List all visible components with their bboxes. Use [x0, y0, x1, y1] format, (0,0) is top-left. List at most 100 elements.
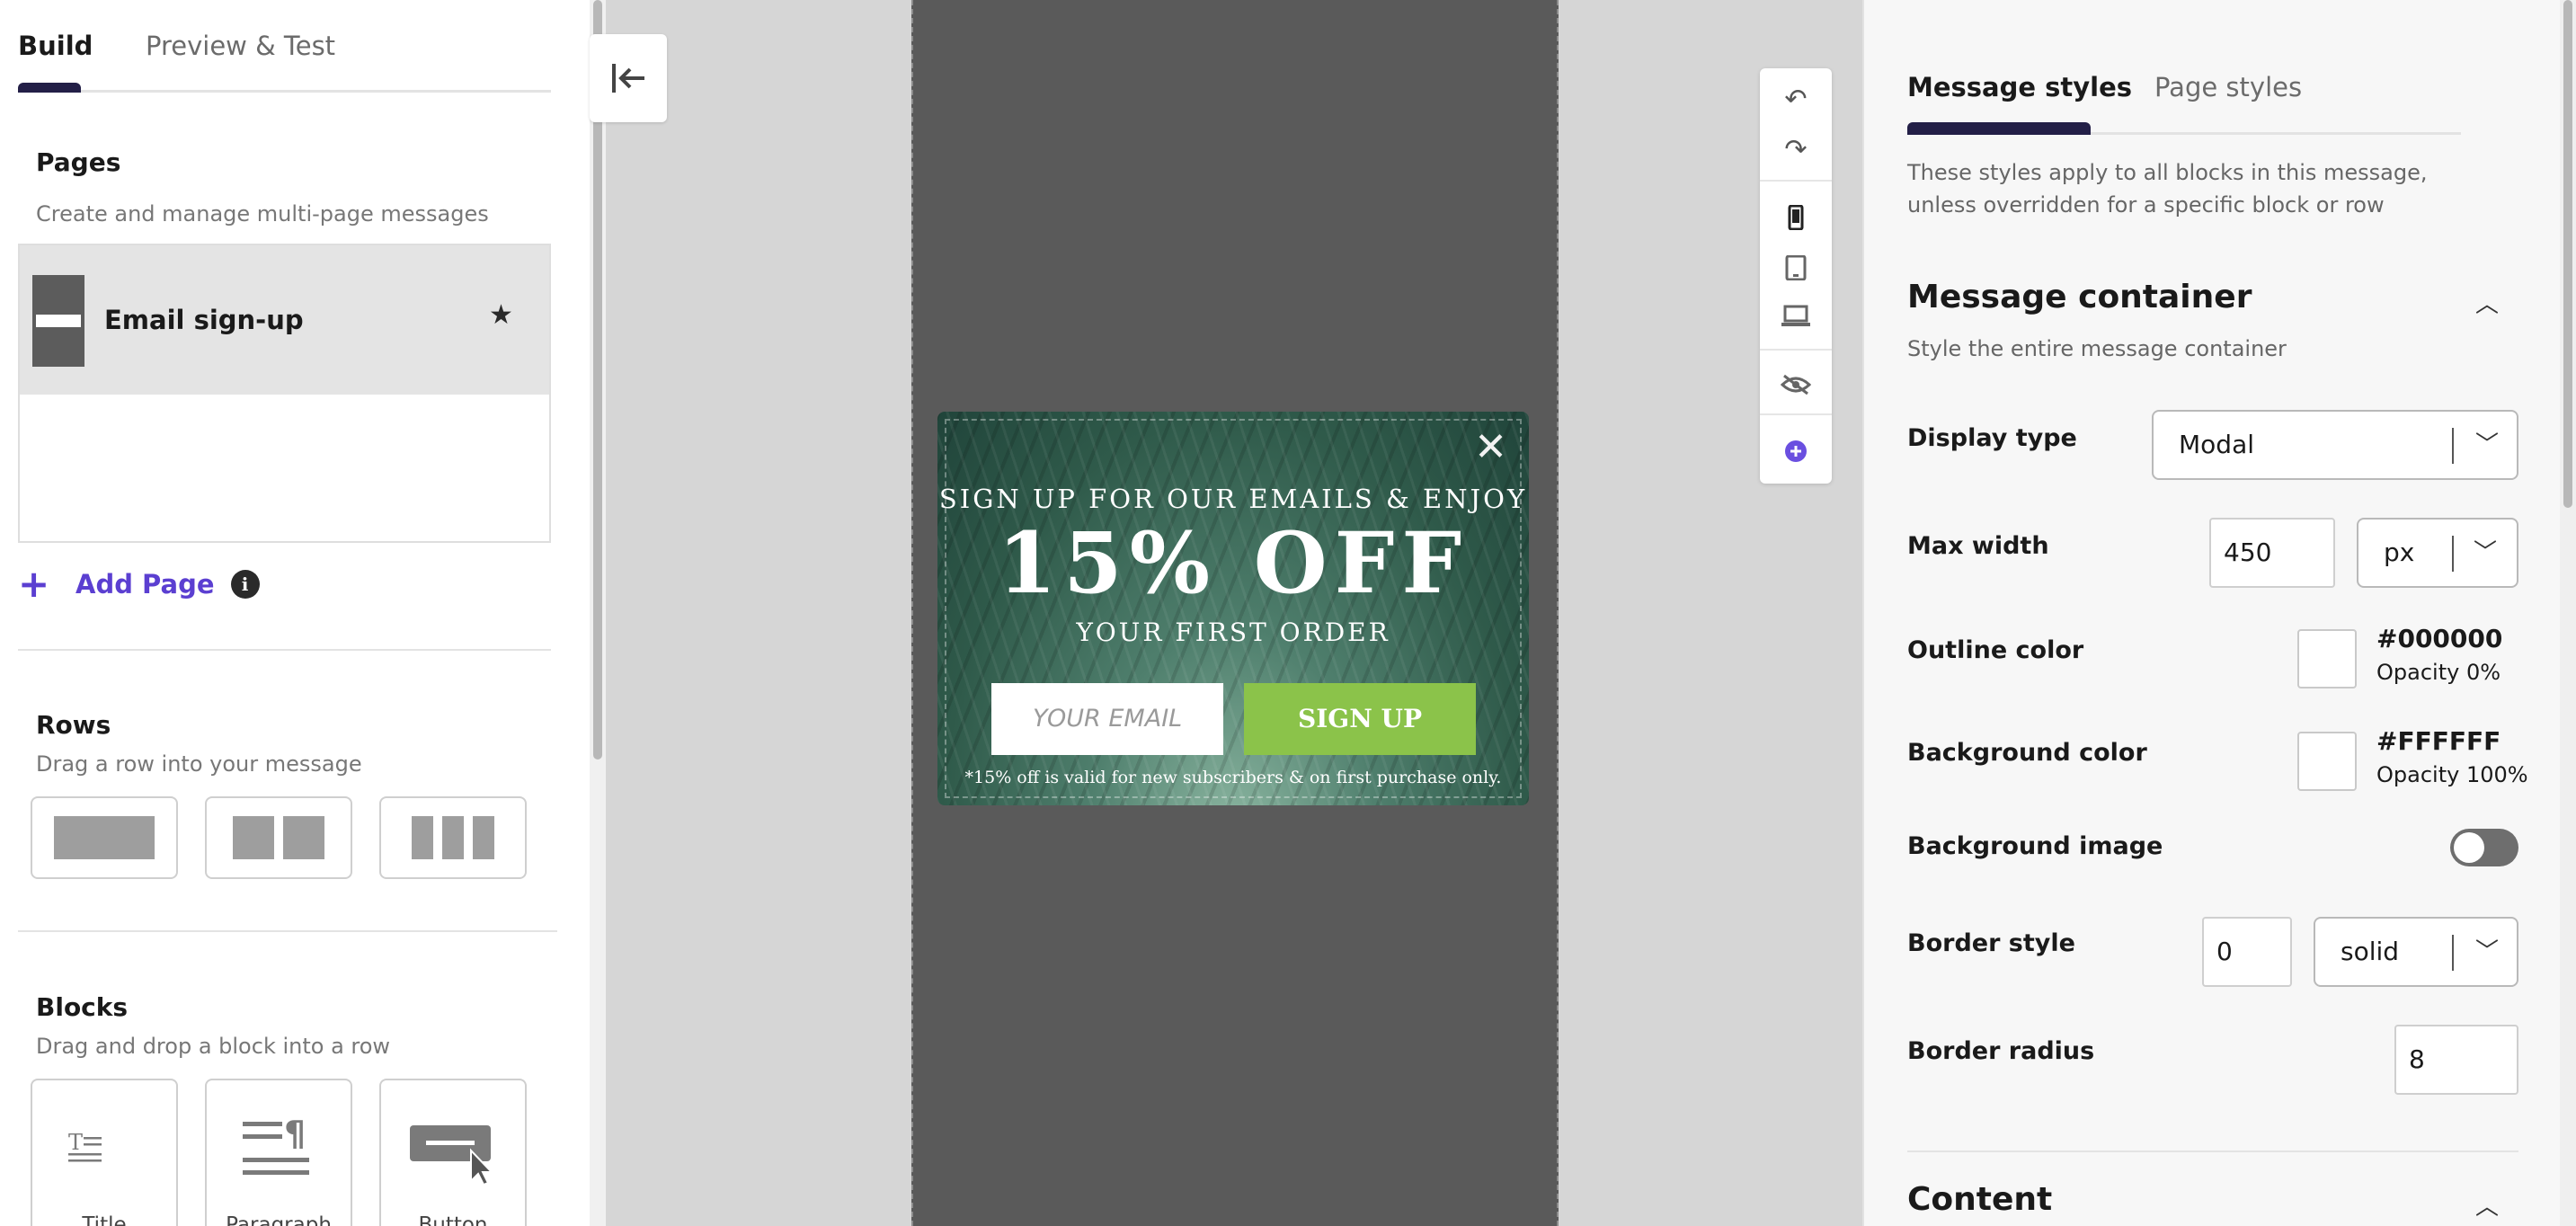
- rows-title: Rows: [36, 710, 111, 740]
- outline-color-opacity: Opacity 0%: [2376, 660, 2501, 685]
- border-radius-input[interactable]: 8: [2394, 1025, 2518, 1095]
- row-cell: [412, 816, 433, 859]
- background-color-hex: #FFFFFF: [2376, 726, 2501, 756]
- toolbar-divider: [1760, 413, 1832, 415]
- chevron-up-icon[interactable]: ︿: [2475, 286, 2499, 319]
- rows-subtitle: Drag a row into your message: [36, 751, 362, 777]
- divider: [1907, 1150, 2518, 1152]
- chevron-down-icon: ﹀: [2475, 431, 2500, 458]
- info-icon[interactable]: i: [230, 570, 260, 599]
- chevron-down-icon: ﹀: [2474, 539, 2498, 566]
- close-icon[interactable]: ✕: [1474, 428, 1507, 467]
- background-color-swatch[interactable]: [2297, 732, 2357, 791]
- background-color-label: Background color: [1907, 739, 2147, 767]
- desktop-icon[interactable]: [1760, 293, 1832, 338]
- svg-text:¶: ¶: [284, 1114, 306, 1153]
- max-width-label: Max width: [1907, 532, 2049, 560]
- star-icon[interactable]: ★: [489, 299, 513, 331]
- button-block-icon: [410, 1125, 494, 1186]
- svg-text:T: T: [68, 1130, 83, 1155]
- block-button-label: Button: [418, 1213, 488, 1226]
- border-width-input[interactable]: 0: [2202, 917, 2292, 987]
- block-title-label: Title: [82, 1213, 127, 1226]
- row-one-column[interactable]: [31, 796, 178, 879]
- modal-headline: 15% OFF: [997, 514, 1470, 613]
- modal-subline: YOUR FIRST ORDER: [1076, 617, 1390, 647]
- background-color-opacity: Opacity 100%: [2376, 762, 2528, 787]
- background-image-toggle[interactable]: [2450, 829, 2518, 866]
- tab-message-styles[interactable]: Message styles: [1907, 72, 2132, 102]
- add-icon[interactable]: [1760, 428, 1832, 473]
- toolbar-divider: [1760, 180, 1832, 182]
- right-panel: Message styles Page styles These styles …: [1862, 0, 2576, 1226]
- display-type-value: Modal: [2179, 430, 2254, 459]
- modal-intro-text: SIGN UP FOR OUR EMAILS & ENJOY: [938, 484, 1528, 514]
- blocks-title: Blocks: [36, 992, 129, 1022]
- outline-color-hex: #000000: [2376, 624, 2503, 653]
- block-title[interactable]: T Title: [31, 1079, 178, 1226]
- max-width-unit-value: px: [2384, 537, 2415, 567]
- border-style-label: Border style: [1907, 929, 2075, 957]
- display-type-label: Display type: [1907, 424, 2077, 452]
- page-item-email-signup[interactable]: Email sign-up ★: [20, 245, 549, 395]
- display-type-select[interactable]: Modal ﹀: [2152, 410, 2518, 480]
- block-paragraph[interactable]: ¶ Paragraph: [205, 1079, 352, 1226]
- left-scrollbar[interactable]: [590, 0, 606, 1226]
- pages-title: Pages: [36, 147, 121, 177]
- message-container-subtitle: Style the entire message container: [1907, 336, 2287, 361]
- message-container-title: Message container: [1907, 279, 2252, 315]
- plus-icon: +: [18, 562, 50, 606]
- active-tab-indicator: [1907, 122, 2091, 135]
- styles-description: These styles apply to all blocks in this…: [1907, 160, 2428, 218]
- border-style-value: solid: [2341, 937, 2400, 966]
- row-three-column[interactable]: [379, 796, 527, 879]
- chevron-up-icon[interactable]: ︿: [2475, 1188, 2499, 1222]
- right-scrollbar[interactable]: [2560, 0, 2576, 1226]
- page-thumbnail: [32, 275, 84, 367]
- outline-color-swatch[interactable]: [2297, 629, 2357, 689]
- select-divider: [2452, 935, 2454, 971]
- row-cell: [54, 816, 155, 859]
- row-cell: [233, 816, 274, 859]
- row-two-column[interactable]: [205, 796, 352, 879]
- hide-icon[interactable]: [1760, 361, 1832, 406]
- max-width-unit-select[interactable]: px ﹀: [2357, 518, 2518, 588]
- chevron-down-icon: ﹀: [2475, 938, 2500, 965]
- collapse-left-icon: [612, 64, 644, 93]
- email-input[interactable]: YOUR EMAIL: [991, 683, 1223, 755]
- preview-toolbar: ↶ ↷: [1760, 68, 1832, 484]
- collapse-panel-button[interactable]: [590, 34, 667, 122]
- mobile-icon[interactable]: [1760, 194, 1832, 239]
- add-page-label: Add Page: [76, 569, 215, 600]
- max-width-input[interactable]: 450: [2209, 518, 2335, 588]
- undo-icon[interactable]: ↶: [1760, 77, 1832, 122]
- signup-modal[interactable]: ✕ SIGN UP FOR OUR EMAILS & ENJOY 15% OFF…: [937, 412, 1529, 805]
- redo-icon[interactable]: ↷: [1760, 128, 1832, 173]
- title-block-icon: T: [68, 1130, 102, 1162]
- tab-page-styles[interactable]: Page styles: [2154, 72, 2302, 102]
- row-cell: [473, 816, 494, 859]
- tablet-icon[interactable]: [1760, 244, 1832, 289]
- scrollbar-thumb[interactable]: [2563, 0, 2572, 508]
- outline-color-label: Outline color: [1907, 636, 2084, 664]
- tab-preview-test[interactable]: Preview & Test: [146, 31, 335, 61]
- block-button[interactable]: Button: [379, 1079, 527, 1226]
- left-panel: Build Preview & Test Pages Create and ma…: [0, 0, 606, 1226]
- pages-list: Email sign-up ★: [18, 244, 551, 543]
- paragraph-block-icon: ¶: [243, 1114, 309, 1175]
- border-style-select[interactable]: solid ﹀: [2314, 917, 2518, 987]
- blocks-subtitle: Drag and drop a block into a row: [36, 1034, 391, 1059]
- add-page-button[interactable]: + Add Page i: [18, 562, 260, 606]
- right-tab-bar: Message styles Page styles: [1907, 0, 2461, 135]
- tab-build[interactable]: Build: [18, 31, 93, 61]
- row-cell: [442, 816, 464, 859]
- row-cell: [283, 816, 324, 859]
- signup-button[interactable]: SIGN UP: [1244, 683, 1476, 755]
- content-title: Content: [1907, 1181, 2053, 1218]
- divider: [18, 930, 557, 932]
- select-divider: [2452, 428, 2454, 464]
- toolbar-divider: [1760, 349, 1832, 351]
- modal-fine-print: *15% off is valid for new subscribers & …: [964, 768, 1502, 787]
- active-tab-indicator: [18, 83, 81, 93]
- border-radius-label: Border radius: [1907, 1037, 2095, 1065]
